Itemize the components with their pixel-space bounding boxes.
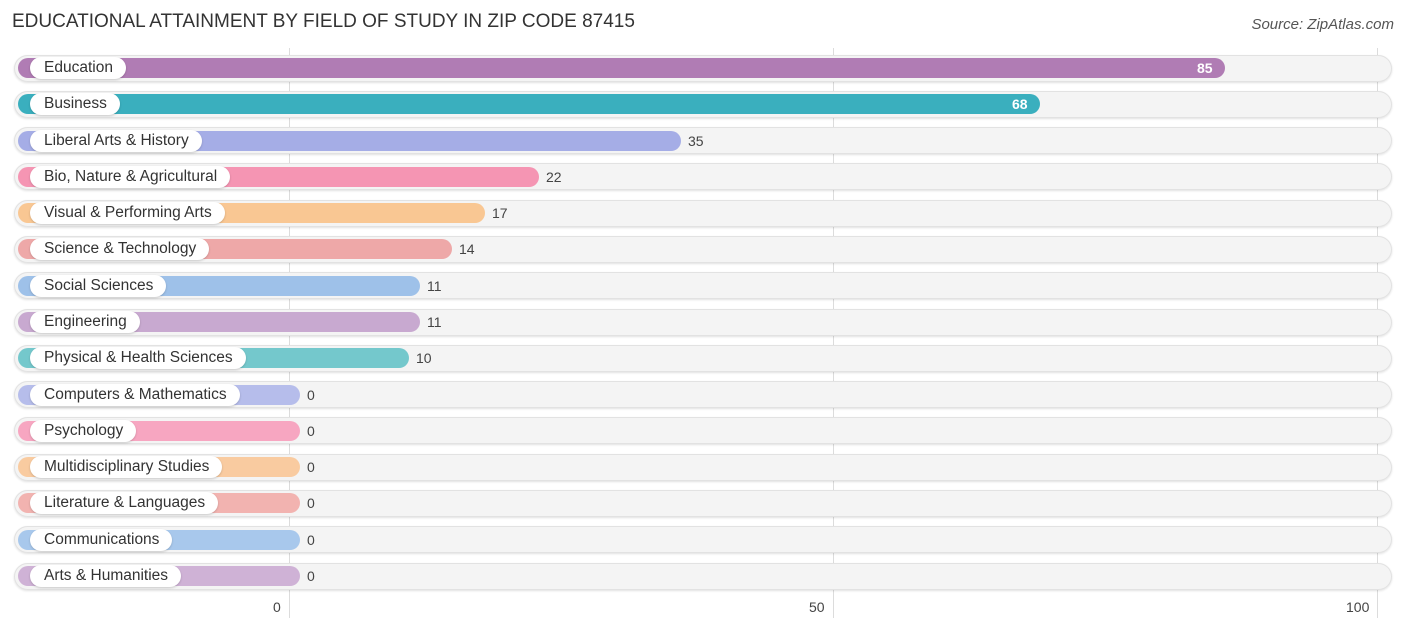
value-label: 11 [427,314,442,330]
value-label: 10 [416,350,432,366]
value-label: 35 [688,133,704,149]
category-label: Communications [30,529,173,551]
category-label: Liberal Arts & History [30,130,202,152]
bar-chart: 0 50 100 Education 85 Business 68 Liberal Arts … [0,0,1406,631]
value-label: 11 [427,278,442,294]
category-label: Physical & Health Sciences [30,347,246,369]
x-tick-label: 100 [1346,599,1370,615]
category-label: Visual & Performing Arts [30,202,225,224]
category-label: Science & Technology [30,238,210,260]
category-label: Computers & Mathematics [30,384,240,406]
category-label: Bio, Nature & Agricultural [30,166,231,188]
value-label: 0 [307,568,315,584]
value-label: 0 [307,459,315,475]
category-label: Education [30,57,126,79]
category-label: Social Sciences [30,275,167,297]
category-label: Multidisciplinary Studies [30,456,223,478]
bar[interactable] [18,58,1225,78]
x-tick-label: 50 [809,599,825,615]
bar[interactable] [18,94,1040,114]
value-label: 85 [1197,60,1213,76]
category-label: Literature & Languages [30,492,219,514]
value-label: 0 [307,387,315,403]
category-label: Psychology [30,420,137,442]
value-label: 17 [492,205,508,221]
value-label: 0 [307,495,315,511]
category-label: Business [30,93,120,115]
value-label: 0 [307,532,315,548]
value-label: 68 [1012,96,1028,112]
category-label: Arts & Humanities [30,565,182,587]
value-label: 0 [307,423,315,439]
value-label: 14 [459,241,475,257]
value-label: 22 [546,169,562,185]
category-label: Engineering [30,311,140,333]
x-tick-label: 0 [273,599,281,615]
